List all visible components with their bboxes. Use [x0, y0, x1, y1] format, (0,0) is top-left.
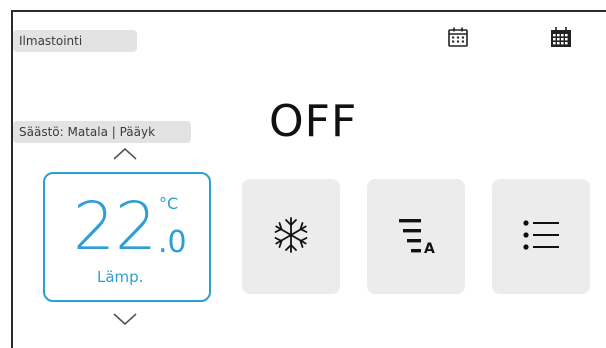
temperature-unit: °C — [159, 194, 179, 213]
power-status: OFF — [269, 96, 358, 147]
fan-speed-auto-icon: A — [395, 215, 437, 259]
temperature-integer: 22 — [73, 188, 157, 265]
list-menu-icon — [521, 217, 561, 257]
mode-chip[interactable]: Ilmastointi — [13, 30, 137, 52]
temperature-up-icon[interactable] — [112, 146, 138, 160]
snowflake-icon — [271, 215, 311, 259]
temperature-down-icon[interactable] — [112, 311, 138, 326]
menu-button[interactable] — [492, 179, 590, 294]
mode-button[interactable] — [242, 179, 340, 294]
fan-speed-button[interactable]: A — [367, 179, 465, 294]
temperature-card[interactable]: 22 °C .0 Lämp. — [43, 172, 211, 302]
temperature-decimal: .0 — [158, 225, 187, 260]
fan-auto-badge: A — [424, 240, 435, 257]
calendar-icon[interactable] — [446, 25, 470, 49]
energy-save-chip[interactable]: Säästö: Matala | Pääyk — [13, 121, 191, 143]
calendar-grid-icon[interactable] — [549, 25, 573, 49]
temperature-label: Lämp. — [97, 268, 144, 286]
